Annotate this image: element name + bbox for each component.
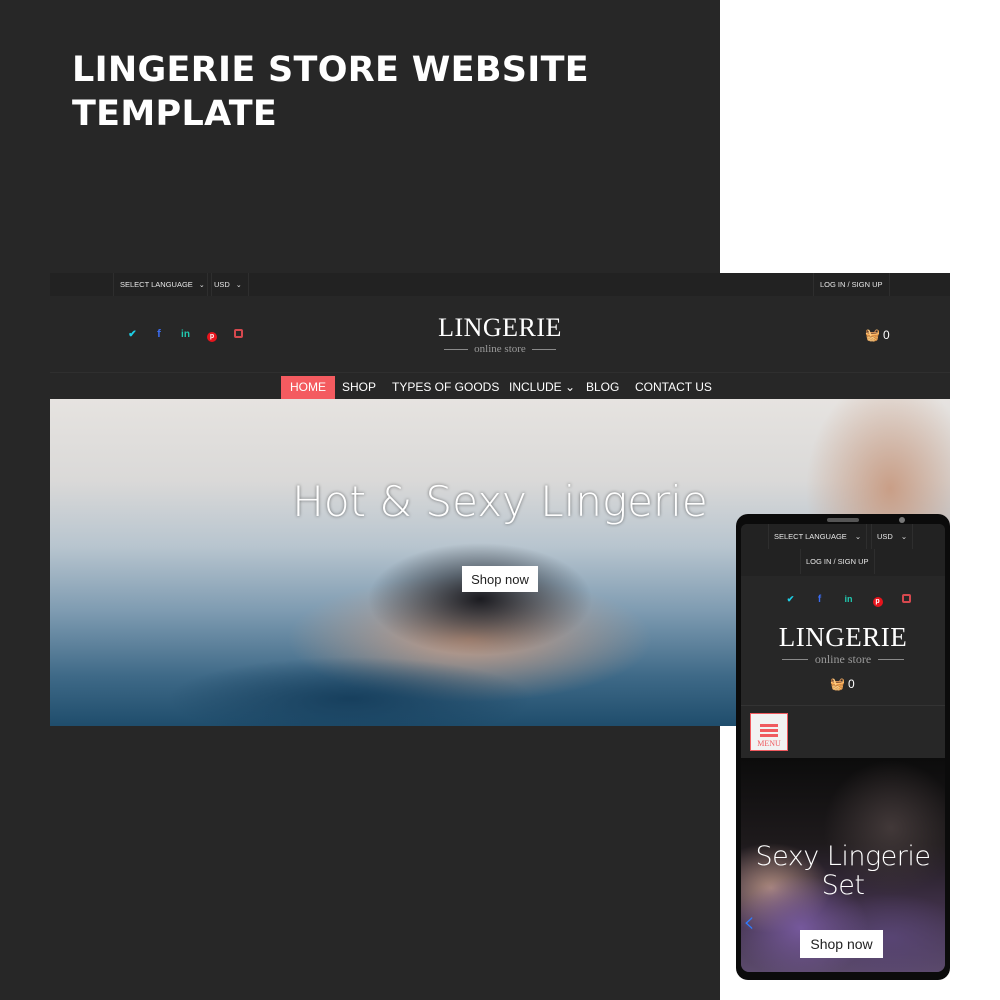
chevron-down-icon: ⌄ [235, 282, 242, 289]
facebook-icon[interactable]: f [146, 328, 172, 340]
cart-count: 0 [847, 677, 855, 691]
mobile-hero-banner: Sexy Lingerie Set ‹ Shop now [741, 758, 945, 972]
logo-tagline: online store [474, 343, 526, 355]
twitter-icon[interactable]: ✔ [776, 594, 805, 605]
language-selector[interactable]: SELECT LANGUAGE ⌄ [113, 273, 212, 296]
mobile-login-signup-link[interactable]: LOG IN / SIGN UP [800, 549, 875, 574]
mobile-language-selector[interactable]: SELECT LANGUAGE ⌄ [768, 524, 868, 549]
nav-shop[interactable]: SHOP [333, 376, 385, 399]
pinterest-icon[interactable]: p [863, 590, 892, 608]
linkedin-icon[interactable]: in [172, 329, 199, 340]
promo-title: LINGERIE STORE WEBSITE TEMPLATE [72, 50, 590, 134]
currency-selector[interactable]: USD ⌄ [207, 273, 249, 296]
mobile-currency-selector[interactable]: USD ⌄ [871, 524, 914, 549]
divider [531, 348, 556, 350]
logo-tagline: online store [814, 652, 872, 666]
mobile-top-bar: SELECT LANGUAGE ⌄ USD ⌄ LOG IN / SIGN UP [741, 524, 945, 576]
divider [444, 348, 469, 350]
chevron-down-icon: ⌄ [900, 532, 908, 541]
login-label: LOG IN / SIGN UP [806, 557, 869, 566]
mobile-site-logo[interactable]: LINGERIE online store [771, 622, 915, 667]
site-logo[interactable]: LINGERIE online store [420, 313, 580, 356]
mobile-shop-now-button[interactable]: Shop now [800, 930, 883, 958]
hamburger-icon [760, 724, 778, 727]
phone-speaker [827, 518, 859, 522]
nav-include[interactable]: INCLUDE ⌄ [500, 376, 584, 399]
hamburger-icon-bar [760, 729, 778, 732]
phone-camera [899, 517, 905, 523]
language-label: SELECT LANGUAGE [774, 532, 847, 541]
mobile-hero-title: Sexy Lingerie Set [755, 841, 932, 901]
chevron-down-icon: ⌄ [854, 532, 862, 541]
main-nav: HOME SHOP TYPES OF GOODS INCLUDE ⌄ BLOG … [50, 374, 950, 399]
pinterest-icon[interactable]: p [199, 325, 225, 343]
mobile-header: ✔ f in p LINGERIE online store 🧺 0 [741, 576, 945, 706]
divider [781, 659, 808, 660]
linkedin-icon[interactable]: in [834, 594, 863, 604]
shop-now-button[interactable]: Shop now [462, 566, 538, 592]
phone-screen: SELECT LANGUAGE ⌄ USD ⌄ LOG IN / SIGN UP ✔… [741, 524, 945, 972]
login-label: LOG IN / SIGN UP [820, 280, 883, 289]
divider [878, 659, 905, 660]
chevron-down-icon: ⌄ [198, 282, 205, 289]
instagram-icon[interactable] [892, 590, 921, 608]
logo-tagline-row: online store [771, 652, 915, 667]
basket-icon: 🧺 [830, 677, 845, 691]
menu-label: MENU [757, 739, 781, 748]
currency-label: USD [877, 532, 893, 541]
logo-name: LINGERIE [778, 622, 908, 652]
nav-contact-us[interactable]: CONTACT US [626, 376, 721, 399]
social-links: ✔ f in p [119, 325, 252, 343]
nav-types-of-goods[interactable]: TYPES OF GOODS [383, 376, 508, 399]
logo-tagline-row: online store [420, 343, 580, 355]
cart-button[interactable]: 🧺 0 [865, 328, 890, 342]
mobile-cart-button[interactable]: 🧺 0 [830, 677, 855, 691]
facebook-icon[interactable]: f [805, 594, 834, 605]
twitter-icon[interactable]: ✔ [119, 329, 146, 340]
language-label: SELECT LANGUAGE [120, 280, 193, 289]
basket-icon: 🧺 [865, 328, 880, 342]
phone-mockup: SELECT LANGUAGE ⌄ USD ⌄ LOG IN / SIGN UP ✔… [736, 514, 950, 980]
login-signup-link[interactable]: LOG IN / SIGN UP [813, 273, 890, 296]
hamburger-icon-bar [760, 734, 778, 737]
mobile-menu-button[interactable]: MENU [750, 713, 788, 751]
currency-label: USD [214, 280, 230, 289]
top-bar: SELECT LANGUAGE ⌄ USD ⌄ LOG IN / SIGN UP [50, 273, 950, 296]
site-header: ✔ f in p LINGERIE online store 🧺 0 [50, 296, 950, 373]
instagram-icon[interactable] [225, 325, 252, 343]
cart-count: 0 [882, 328, 890, 342]
nav-home[interactable]: HOME [281, 376, 335, 399]
chevron-left-icon[interactable]: ‹ [743, 908, 761, 938]
mobile-social-links: ✔ f in p [776, 590, 921, 608]
nav-blog[interactable]: BLOG [577, 376, 628, 399]
logo-name: LINGERIE [438, 313, 562, 342]
